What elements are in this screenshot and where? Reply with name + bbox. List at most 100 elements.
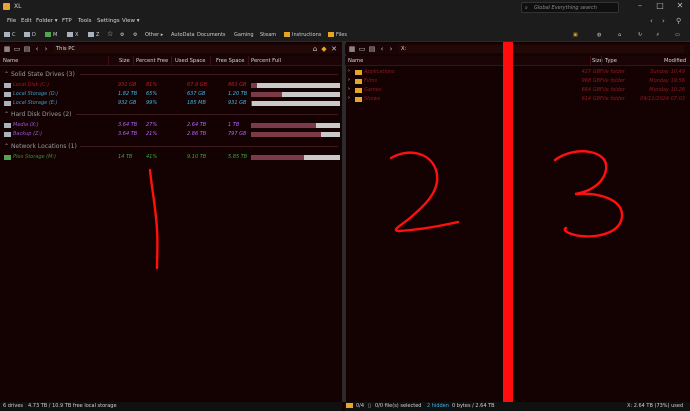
drive-row[interactable]: Media (X:) 3.64 TB 27% 2.64 TB 1 TB: [0, 121, 342, 130]
fav-folder-files[interactable]: Files: [328, 32, 347, 38]
grid-icon[interactable]: ▦: [348, 46, 356, 53]
chevron-left-icon[interactable]: ‹: [378, 46, 386, 53]
folder-sync-icon[interactable]: ▣: [573, 32, 578, 38]
col-modified[interactable]: Modified: [664, 58, 686, 64]
drive-row[interactable]: Local Storage (D:) 1.82 TB 65% 637 GB 1.20 T…: [0, 90, 342, 99]
group-divider: [80, 74, 338, 75]
folder-size: 614 GB: [581, 96, 600, 102]
nav-back-icon[interactable]: ‹: [650, 17, 653, 25]
col-divider: [210, 56, 211, 66]
folder-type: File folder: [600, 78, 625, 84]
right-column-header: Name Size Type Modified: [345, 56, 690, 66]
col-percent-full[interactable]: Percent Full: [251, 58, 281, 64]
menu-view[interactable]: View ▾: [122, 18, 140, 24]
col-name[interactable]: Name: [3, 58, 18, 64]
folder-icon: [355, 70, 362, 75]
group-label: Solid State Drives (3): [10, 71, 75, 78]
fav-drive-m[interactable]: M: [45, 32, 57, 38]
bolt-icon[interactable]: ⚡: [656, 32, 660, 38]
menu-settings[interactable]: Settings: [97, 18, 120, 24]
fav-gear[interactable]: ⚙: [120, 32, 124, 38]
expand-chevron-icon[interactable]: ›: [348, 77, 350, 83]
terminal-icon[interactable]: ▭: [675, 32, 680, 38]
folder-name: Applications: [364, 69, 395, 75]
globe-icon[interactable]: ◍: [597, 32, 601, 38]
expand-chevron-icon[interactable]: ›: [348, 95, 350, 101]
folder-tree-icon[interactable]: ▤: [368, 46, 376, 53]
drive-icon: [4, 123, 11, 128]
menu-edit[interactable]: Edit: [21, 18, 32, 24]
lock-icon[interactable]: ⚲: [676, 17, 681, 25]
fav-drive-d[interactable]: D: [24, 32, 36, 38]
chevron-right-icon[interactable]: ›: [42, 46, 50, 53]
folder-row[interactable]: › Shows 614 GB File folder 09/11/2024 07:03: [345, 95, 685, 105]
fav-other-menu[interactable]: Other ▸: [145, 32, 163, 38]
col-free-space[interactable]: Free Space: [216, 58, 244, 64]
group-header-ssd[interactable]: ⌃ Solid State Drives (3): [4, 71, 75, 78]
drive-name: Local Storage (D:): [13, 91, 59, 97]
monitor-icon[interactable]: ▭: [358, 46, 366, 53]
col-percent-free[interactable]: Percent Free: [136, 58, 168, 64]
left-column-header: Name Size Percent Free Used Space Free S…: [0, 56, 342, 66]
home-icon[interactable]: ⌂: [618, 32, 621, 38]
col-used-space[interactable]: Used Space: [175, 58, 205, 64]
menu-ftp[interactable]: FTP: [62, 18, 72, 24]
percent-full-fill: [251, 123, 316, 128]
percent-full-fill: [251, 101, 252, 106]
tag-icon[interactable]: ⌂: [311, 46, 319, 53]
nav-forward-icon[interactable]: ›: [662, 17, 665, 25]
close-button[interactable]: ✕: [670, 1, 690, 13]
drive-percent-free: 65%: [146, 91, 158, 97]
fav-folder-documents[interactable]: Documents: [197, 32, 226, 38]
search-icon: ⌕: [525, 5, 528, 11]
right-path-input[interactable]: X:: [399, 45, 684, 53]
col-size[interactable]: Size: [119, 58, 130, 64]
drive-row[interactable]: Plex Storage (M:) 14 TB 41% 9.10 TB 5.85 TB: [0, 153, 342, 162]
group-header-hdd[interactable]: ⌃ Hard Disk Drives (2): [4, 111, 72, 118]
folder-tree-icon[interactable]: ▤: [23, 46, 31, 53]
menu-folder[interactable]: Folder ▾: [36, 18, 58, 24]
drive-icon: [24, 32, 30, 37]
folder-name: Films: [364, 78, 378, 84]
refresh-icon[interactable]: ↻: [638, 32, 642, 38]
fav-gear-2[interactable]: ⚙: [133, 32, 137, 38]
bookmark-icon[interactable]: ◆: [320, 46, 328, 53]
fav-folder-label: Instructions: [292, 32, 322, 38]
minimize-button[interactable]: –: [630, 1, 650, 13]
expand-chevron-icon[interactable]: ›: [348, 86, 350, 92]
drive-row[interactable]: Local Storage (E:) 932 GB 99% 185 MB 931 GB: [0, 99, 342, 108]
menu-file[interactable]: File: [7, 18, 16, 24]
maximize-button[interactable]: □: [650, 1, 670, 13]
col-type[interactable]: Type: [605, 58, 617, 64]
expand-chevron-icon[interactable]: ›: [348, 68, 350, 74]
fav-drive-z[interactable]: Z: [88, 32, 99, 38]
col-name[interactable]: Name: [348, 58, 363, 64]
left-path-input[interactable]: This PC: [54, 45, 334, 53]
folder-icon: [355, 88, 362, 93]
fav-folder-gaming[interactable]: Gaming: [234, 32, 254, 38]
annotation-3: [553, 150, 624, 238]
drive-size: 931 GB: [118, 82, 137, 88]
group-header-network[interactable]: ⌃ Network Locations (1): [4, 143, 77, 150]
col-divider: [248, 56, 249, 66]
drive-row[interactable]: Backup (Z:) 3.64 TB 21% 2.86 TB 797 GB: [0, 130, 342, 139]
chevron-right-icon[interactable]: ›: [387, 46, 395, 53]
folder-type: File folder: [600, 96, 625, 102]
grid-icon[interactable]: ▦: [3, 46, 11, 53]
status-file-icon: ▯: [368, 403, 371, 409]
fav-drive-x[interactable]: X: [67, 32, 78, 38]
chevron-left-icon[interactable]: ‹: [33, 46, 41, 53]
folder-modified: Sunday 10:49: [650, 69, 685, 75]
monitor-icon[interactable]: ▭: [13, 46, 21, 53]
search-input[interactable]: ⌕ Global Everything search: [521, 2, 619, 13]
fav-folder-steam[interactable]: Steam: [260, 32, 276, 38]
star-icon[interactable]: ☆: [107, 30, 113, 38]
drive-row[interactable]: Local Disk (C:) 931 GB 81% 67.9 GB 863 GB: [0, 81, 342, 90]
close-icon[interactable]: ✕: [330, 46, 338, 53]
fav-folder-autodata[interactable]: AutoData: [171, 32, 195, 38]
fav-drive-c[interactable]: C: [4, 32, 16, 38]
menu-tools[interactable]: Tools: [78, 18, 92, 24]
percent-full-fill: [251, 155, 304, 160]
drive-name: Media (X:): [13, 122, 39, 128]
fav-folder-instructions[interactable]: Instructions: [284, 32, 321, 38]
